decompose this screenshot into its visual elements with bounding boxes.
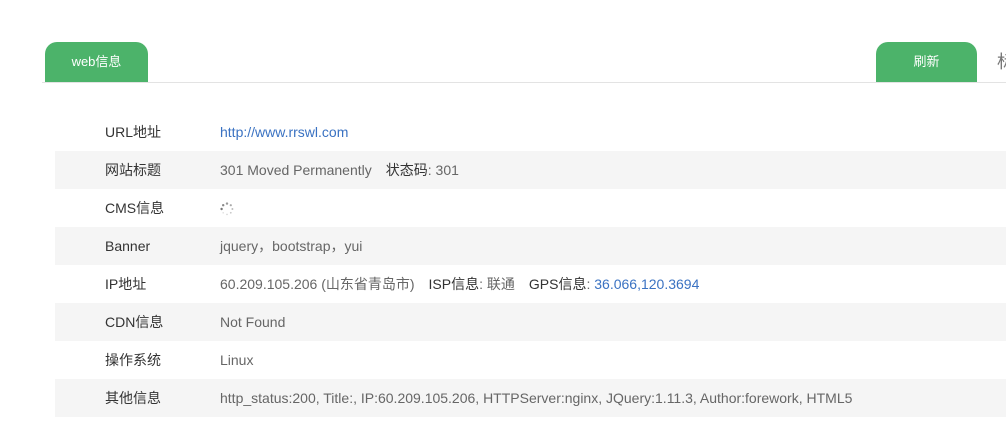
row-value: http_status:200, Title:, IP:60.209.105.2… <box>220 390 853 406</box>
tab-next-partial[interactable]: 标 <box>997 52 1006 72</box>
row-label: CDN信息 <box>105 314 164 330</box>
row-value: 301 Moved Permanently 状态码: 301 <box>220 162 459 178</box>
gps-link[interactable]: 36.066,120.3694 <box>594 276 699 292</box>
row-label: Banner <box>105 238 151 254</box>
isp-key: ISP信息 <box>428 276 480 292</box>
row-label: IP地址 <box>105 276 147 292</box>
row-cms: CMS信息 <box>55 189 1006 227</box>
row-label: 网站标题 <box>105 162 161 178</box>
row-os: 操作系统 Linux <box>55 341 1006 379</box>
row-ip: IP地址 60.209.105.206 (山东省青岛市) ISP信息: 联通 GPS… <box>55 265 1006 303</box>
row-label: 操作系统 <box>105 352 161 368</box>
isp-value: 联通 <box>486 276 515 292</box>
refresh-button[interactable]: 刷新 <box>876 42 977 82</box>
row-banner: Banner jquery，bootstrap，yui <box>55 227 1006 265</box>
row-label: 其他信息 <box>105 390 161 406</box>
row-other: 其他信息 http_status:200, Title:, IP:60.209.… <box>55 379 1006 417</box>
row-value <box>220 200 234 217</box>
loading-spinner-icon <box>220 201 234 216</box>
row-url: URL地址 http://www.rrswl.com <box>55 113 1006 151</box>
row-value: jquery，bootstrap，yui <box>220 238 363 254</box>
ip-value: 60.209.105.206 <box>220 276 318 292</box>
row-cdn: CDN信息 Not Found <box>55 303 1006 341</box>
row-label: CMS信息 <box>105 200 165 216</box>
web-info-table: URL地址 http://www.rrswl.com 网站标题 301 Move… <box>55 113 1006 417</box>
page-title-value: 301 Moved Permanently <box>220 162 372 178</box>
tab-web-info[interactable]: web信息 <box>45 42 148 82</box>
row-value: Not Found <box>220 314 286 330</box>
row-value: Linux <box>220 352 254 368</box>
status-code-key: 状态码 <box>385 162 428 178</box>
row-value: 60.209.105.206 (山东省青岛市) ISP信息: 联通 GPS信息: 3… <box>220 276 700 292</box>
url-link[interactable]: http://www.rrswl.com <box>220 124 348 140</box>
status-code-value: 301 <box>435 162 459 178</box>
tab-bar: web信息 刷新 标 <box>42 42 1006 83</box>
row-title: 网站标题 301 Moved Permanently 状态码: 301 <box>55 151 1006 189</box>
row-label: URL地址 <box>105 124 162 140</box>
ip-location: (山东省青岛市) <box>321 276 415 292</box>
gps-key: GPS信息 <box>528 276 587 292</box>
row-value: http://www.rrswl.com <box>220 124 348 140</box>
